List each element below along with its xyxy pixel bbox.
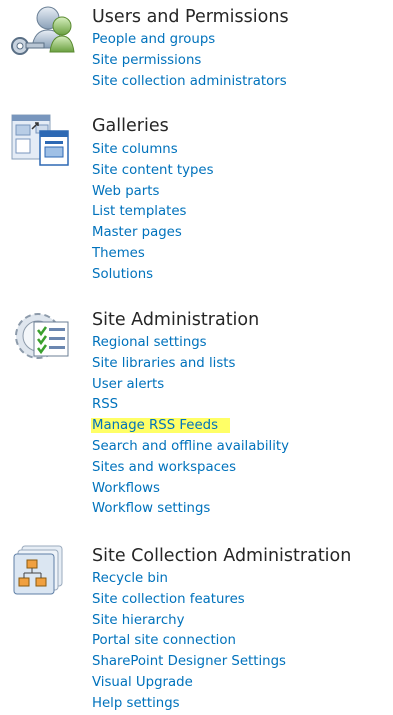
link-site-hierarchy[interactable]: Site hierarchy (92, 613, 184, 628)
link-themes[interactable]: Themes (92, 246, 145, 261)
list-item: Master pages (92, 221, 214, 242)
link-sites-and-workspaces[interactable]: Sites and workspaces (92, 460, 236, 475)
link-sharepoint-designer-settings[interactable]: SharePoint Designer Settings (92, 654, 286, 669)
link-site-collection-administrators[interactable]: Site collection administrators (92, 74, 287, 89)
link-site-columns[interactable]: Site columns (92, 142, 178, 157)
list-item: Search and offline availability (92, 435, 289, 456)
users-permissions-icon (6, 4, 76, 64)
galleries-icon (6, 111, 76, 171)
section-title: Users and Permissions (92, 7, 289, 27)
link-help-settings[interactable]: Help settings (92, 696, 180, 711)
link-list: Recycle bin Site collection features Sit… (92, 567, 286, 713)
link-user-alerts[interactable]: User alerts (92, 377, 164, 392)
link-regional-settings[interactable]: Regional settings (92, 335, 207, 350)
list-item: SharePoint Designer Settings (92, 650, 286, 671)
list-item: User alerts (92, 373, 289, 394)
site-collection-administration-icon (6, 542, 76, 602)
link-workflow-settings[interactable]: Workflow settings (92, 501, 210, 516)
link-list: Regional settings Site libraries and lis… (91, 331, 289, 518)
link-manage-rss-feeds[interactable]: Manage RSS Feeds (91, 418, 231, 434)
list-item: Site hierarchy (92, 609, 286, 630)
site-administration-icon (6, 306, 76, 366)
list-item: Portal site connection (92, 629, 286, 650)
list-item: Site permissions (92, 49, 287, 70)
link-list: People and groups Site permissions Site … (92, 28, 287, 90)
link-site-permissions[interactable]: Site permissions (92, 53, 201, 68)
list-item: Help settings (92, 692, 286, 713)
list-item: People and groups (92, 28, 287, 49)
list-item: Themes (92, 242, 214, 263)
list-item: Sites and workspaces (92, 456, 289, 477)
link-workflows[interactable]: Workflows (92, 481, 160, 496)
list-item: Site columns (92, 138, 214, 159)
section-title: Site Collection Administration (92, 546, 352, 566)
link-list: Site columns Site content types Web part… (92, 138, 214, 284)
link-visual-upgrade[interactable]: Visual Upgrade (92, 675, 193, 690)
list-item: Site collection features (92, 588, 286, 609)
link-web-parts[interactable]: Web parts (92, 184, 159, 199)
list-item: Manage RSS Feeds (91, 414, 289, 435)
list-item: Recycle bin (92, 567, 286, 588)
link-master-pages[interactable]: Master pages (92, 225, 182, 240)
section-title: Galleries (92, 116, 169, 136)
list-item: List templates (92, 200, 214, 221)
list-item: Web parts (92, 180, 214, 201)
link-rss[interactable]: RSS (92, 397, 118, 412)
list-item: Solutions (92, 263, 214, 284)
list-item: Regional settings (92, 331, 289, 352)
list-item: Site content types (92, 159, 214, 180)
link-people-and-groups[interactable]: People and groups (92, 32, 215, 47)
list-item: Visual Upgrade (92, 671, 286, 692)
list-item: Workflows (92, 477, 289, 498)
list-item: RSS (92, 393, 289, 414)
link-site-content-types[interactable]: Site content types (92, 163, 214, 178)
link-list-templates[interactable]: List templates (92, 204, 186, 219)
link-site-libraries-and-lists[interactable]: Site libraries and lists (92, 356, 235, 371)
section-title: Site Administration (92, 310, 260, 330)
link-recycle-bin[interactable]: Recycle bin (92, 571, 168, 586)
link-site-collection-features[interactable]: Site collection features (92, 592, 245, 607)
link-solutions[interactable]: Solutions (92, 267, 153, 282)
list-item: Site collection administrators (92, 70, 287, 91)
list-item: Site libraries and lists (92, 352, 289, 373)
list-item: Workflow settings (92, 497, 289, 518)
link-portal-site-connection[interactable]: Portal site connection (92, 633, 236, 648)
link-search-and-offline-availability[interactable]: Search and offline availability (92, 439, 289, 454)
